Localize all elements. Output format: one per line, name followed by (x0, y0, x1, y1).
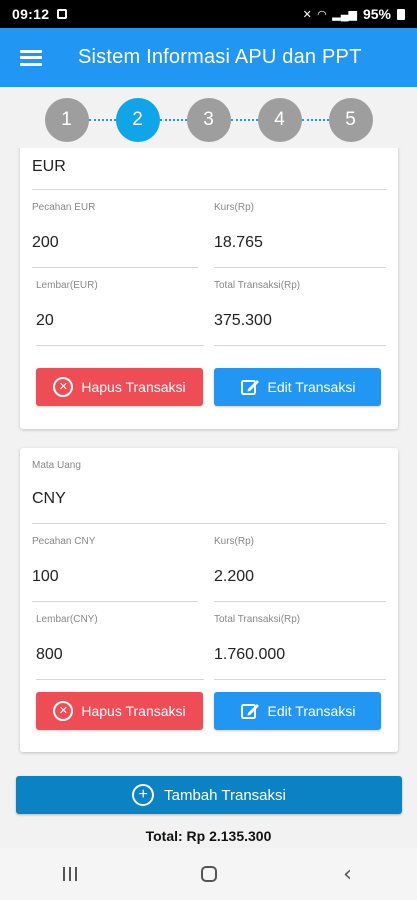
edit-transaction-button[interactable]: Edit Transaksi (214, 692, 381, 730)
rate-label: Kurs(Rp) (214, 536, 255, 547)
total-label: Total Transaksi(Rp) (214, 280, 301, 291)
home-button[interactable] (179, 854, 239, 894)
edit-icon (240, 377, 260, 397)
notification-icon (57, 9, 68, 19)
close-circle-icon: ✕ (53, 377, 74, 397)
app-bar: Sistem Informasi APU dan PPT (0, 28, 417, 87)
total-label: Total Transaksi(Rp) (214, 614, 301, 625)
step-1[interactable]: 1 (44, 98, 89, 142)
step-3[interactable]: 3 (186, 98, 231, 142)
system-nav-bar: ‹ (0, 848, 417, 900)
currency-value: EUR (32, 158, 66, 175)
transaction-card: EUR Pecahan EUR 200 Kurs(Rp) 18.765 Lemb… (20, 148, 398, 429)
add-transaction-button[interactable]: + Tambah Transaksi (16, 776, 402, 814)
back-button[interactable]: ‹ (318, 854, 378, 894)
sheets-value: 800 (36, 646, 63, 663)
step-connector (230, 119, 258, 121)
transaction-list[interactable]: EUR Pecahan EUR 200 Kurs(Rp) 18.765 Lemb… (0, 148, 417, 848)
transaction-card: Mata Uang CNY Pecahan CNY 100 Kurs(Rp) 2… (20, 448, 398, 752)
rate-label: Kurs(Rp) (214, 202, 255, 213)
mute-icon: ✕ (302, 8, 312, 21)
denomination-field[interactable]: Pecahan EUR 200 (32, 202, 198, 268)
close-circle-icon: ✕ (53, 701, 74, 721)
signal-icon: ▂▄▆ (332, 8, 357, 21)
total-field: Total Transaksi(Rp) 1.760.000 (214, 614, 386, 680)
recent-apps-icon (62, 867, 77, 881)
rate-field[interactable]: Kurs(Rp) 18.765 (214, 202, 386, 268)
grand-total: Total: Rp 2.135.300 (145, 828, 272, 844)
denomination-label: Pecahan CNY (32, 536, 96, 547)
delete-transaction-button[interactable]: ✕ Hapus Transaksi (36, 368, 203, 406)
total-value: 1.760.000 (214, 646, 286, 663)
battery-icon (397, 8, 405, 20)
sheets-field[interactable]: Lembar(CNY) 800 (36, 614, 204, 680)
edit-icon (240, 701, 260, 721)
hamburger-menu-icon[interactable] (20, 49, 42, 66)
step-connector (159, 119, 187, 121)
status-right: ✕ ◠ ▂▄▆ 95% (303, 6, 405, 22)
edit-transaction-button[interactable]: Edit Transaksi (214, 368, 381, 406)
recent-apps-button[interactable] (40, 854, 100, 894)
rate-field[interactable]: Kurs(Rp) 2.200 (214, 536, 386, 602)
stepper: 1 2 3 4 5 (0, 96, 417, 144)
delete-transaction-button[interactable]: ✕ Hapus Transaksi (36, 692, 203, 730)
home-icon (200, 866, 217, 882)
total-field: Total Transaksi(Rp) 375.300 (214, 280, 386, 346)
denomination-value: 200 (32, 234, 59, 251)
status-bar: 09:12 ✕ ◠ ▂▄▆ 95% (0, 0, 417, 28)
currency-label: Mata Uang (32, 460, 81, 471)
total-value: 375.300 (214, 312, 272, 329)
edit-button-label: Edit Transaksi (267, 379, 356, 395)
denomination-label: Pecahan EUR (32, 202, 96, 213)
sheets-label: Lembar(CNY) (36, 614, 98, 625)
step-connector (301, 119, 329, 121)
status-time: 09:12 (12, 6, 50, 22)
step-4[interactable]: 4 (257, 98, 302, 142)
app-title: Sistem Informasi APU dan PPT (78, 46, 362, 68)
currency-field[interactable]: Mata Uang CNY (32, 460, 386, 524)
battery-percent: 95% (362, 6, 391, 22)
delete-button-label: Hapus Transaksi (81, 703, 186, 719)
currency-value: CNY (32, 490, 66, 507)
sheets-value: 20 (36, 312, 54, 329)
denomination-field[interactable]: Pecahan CNY 100 (32, 536, 198, 602)
wifi-icon: ◠ (317, 8, 327, 21)
back-chevron-icon: ‹ (343, 861, 352, 887)
currency-field[interactable]: EUR (32, 152, 386, 190)
edit-button-label: Edit Transaksi (267, 703, 356, 719)
rate-value: 18.765 (214, 234, 263, 251)
step-2[interactable]: 2 (115, 98, 160, 142)
rate-value: 2.200 (214, 568, 255, 585)
delete-button-label: Hapus Transaksi (81, 379, 186, 395)
add-button-label: Tambah Transaksi (164, 786, 286, 804)
plus-circle-icon: + (132, 784, 155, 806)
step-connector (88, 119, 116, 121)
denomination-value: 100 (32, 568, 59, 585)
step-5[interactable]: 5 (328, 98, 373, 142)
sheets-label: Lembar(EUR) (36, 280, 98, 291)
sheets-field[interactable]: Lembar(EUR) 20 (36, 280, 204, 346)
